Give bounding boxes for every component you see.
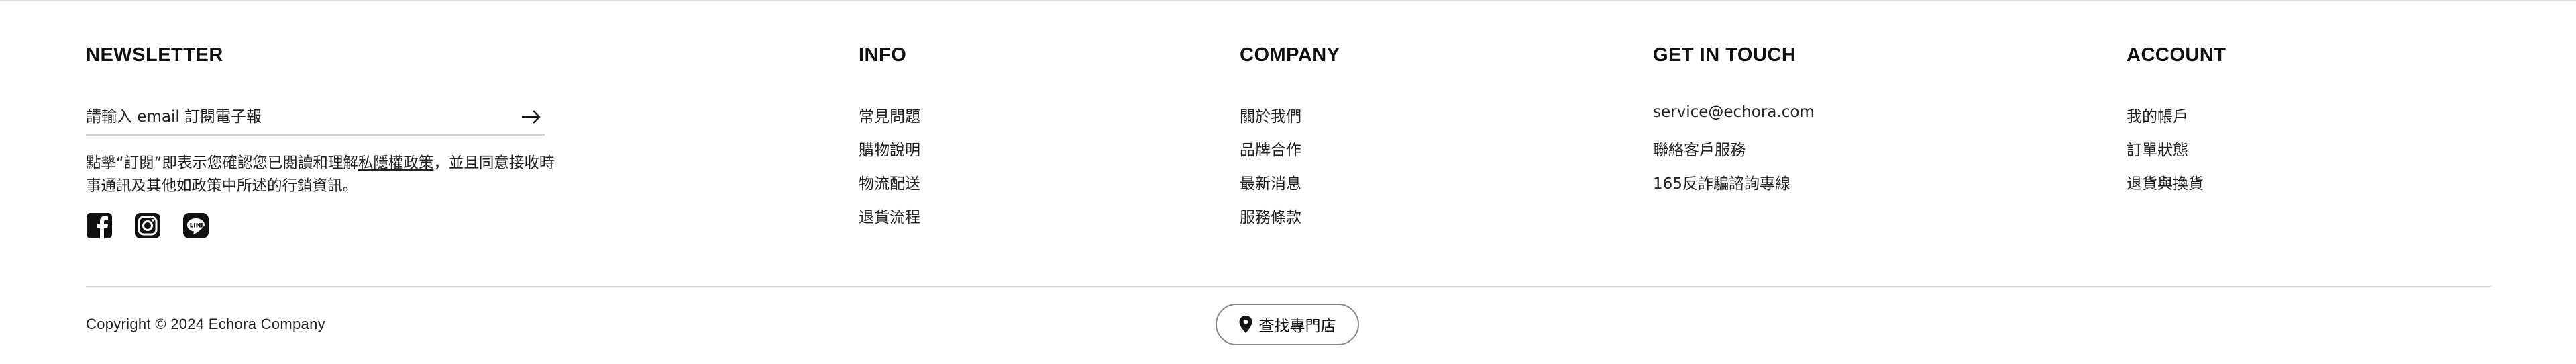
info-link-shipping[interactable]: 物流配送	[859, 171, 920, 204]
account-title: ACCOUNT	[2127, 44, 2226, 66]
contact-link-email[interactable]: service@echora.com	[1653, 103, 1815, 137]
company-links: 關於我們 品牌合作 最新消息 服務條款	[1240, 103, 1301, 238]
social-links	[86, 212, 209, 239]
map-pin-icon	[1239, 316, 1252, 333]
company-link-about[interactable]: 關於我們	[1240, 103, 1301, 137]
newsletter-form	[86, 102, 545, 136]
newsletter-email-input[interactable]	[86, 105, 502, 129]
newsletter-section: NEWSLETTER	[86, 44, 223, 66]
newsletter-consent-text: 點擊“訂閱”即表示您確認您已閱讀和理解私隱權政策，並且同意接收時事通訊及其他如政…	[86, 152, 555, 197]
arrow-right-icon	[522, 110, 541, 124]
account-links: 我的帳戶 訂單狀態 退貨與換貨	[2127, 103, 2204, 204]
company-link-news[interactable]: 最新消息	[1240, 171, 1301, 204]
instagram-icon[interactable]	[134, 212, 161, 239]
company-section: COMPANY 關於我們 品牌合作 最新消息 服務條款	[1240, 44, 1340, 226]
contact-links: service@echora.com 聯絡客戶服務 165反詐騙諮詢專線	[1653, 103, 1815, 204]
company-link-terms[interactable]: 服務條款	[1240, 204, 1301, 238]
info-link-faq[interactable]: 常見問題	[859, 103, 920, 137]
newsletter-submit-button[interactable]	[518, 106, 545, 128]
contact-link-customer-service[interactable]: 聯絡客戶服務	[1653, 137, 1815, 171]
company-link-partnership[interactable]: 品牌合作	[1240, 137, 1301, 171]
account-link-my-account[interactable]: 我的帳戶	[2127, 103, 2204, 137]
info-title: INFO	[859, 44, 907, 66]
consent-prefix: 點擊“訂閱”即表示您確認您已閱讀和理解	[86, 154, 358, 172]
account-section: ACCOUNT 我的帳戶 訂單狀態 退貨與換貨	[2127, 44, 2226, 193]
contact-link-fraud-hotline[interactable]: 165反詐騙諮詢專線	[1653, 171, 1815, 204]
info-link-returns-process[interactable]: 退貨流程	[859, 204, 920, 238]
info-section: INFO 常見問題 購物說明 物流配送 退貨流程	[859, 44, 920, 226]
account-link-returns-exchanges[interactable]: 退貨與換貨	[2127, 171, 2204, 204]
copyright-text: Copyright © 2024 Echora Company	[86, 316, 325, 332]
facebook-icon[interactable]	[86, 212, 113, 239]
top-divider	[0, 0, 2576, 1]
store-locator-label: 查找專門店	[1258, 318, 1336, 335]
info-link-shopping-guide[interactable]: 購物說明	[859, 137, 920, 171]
company-title: COMPANY	[1240, 44, 1340, 66]
info-links: 常見問題 購物說明 物流配送 退貨流程	[859, 103, 920, 238]
contact-title: GET IN TOUCH	[1653, 44, 1796, 66]
account-link-order-status[interactable]: 訂單狀態	[2127, 137, 2204, 171]
contact-section: GET IN TOUCH service@echora.com 聯絡客戶服務 1…	[1653, 44, 1815, 193]
privacy-policy-link[interactable]: 私隱權政策	[358, 154, 434, 172]
footer-divider	[86, 286, 2491, 287]
newsletter-title: NEWSLETTER	[86, 44, 223, 66]
line-icon[interactable]	[182, 212, 209, 239]
store-locator-button[interactable]: 查找專門店	[1216, 304, 1359, 345]
